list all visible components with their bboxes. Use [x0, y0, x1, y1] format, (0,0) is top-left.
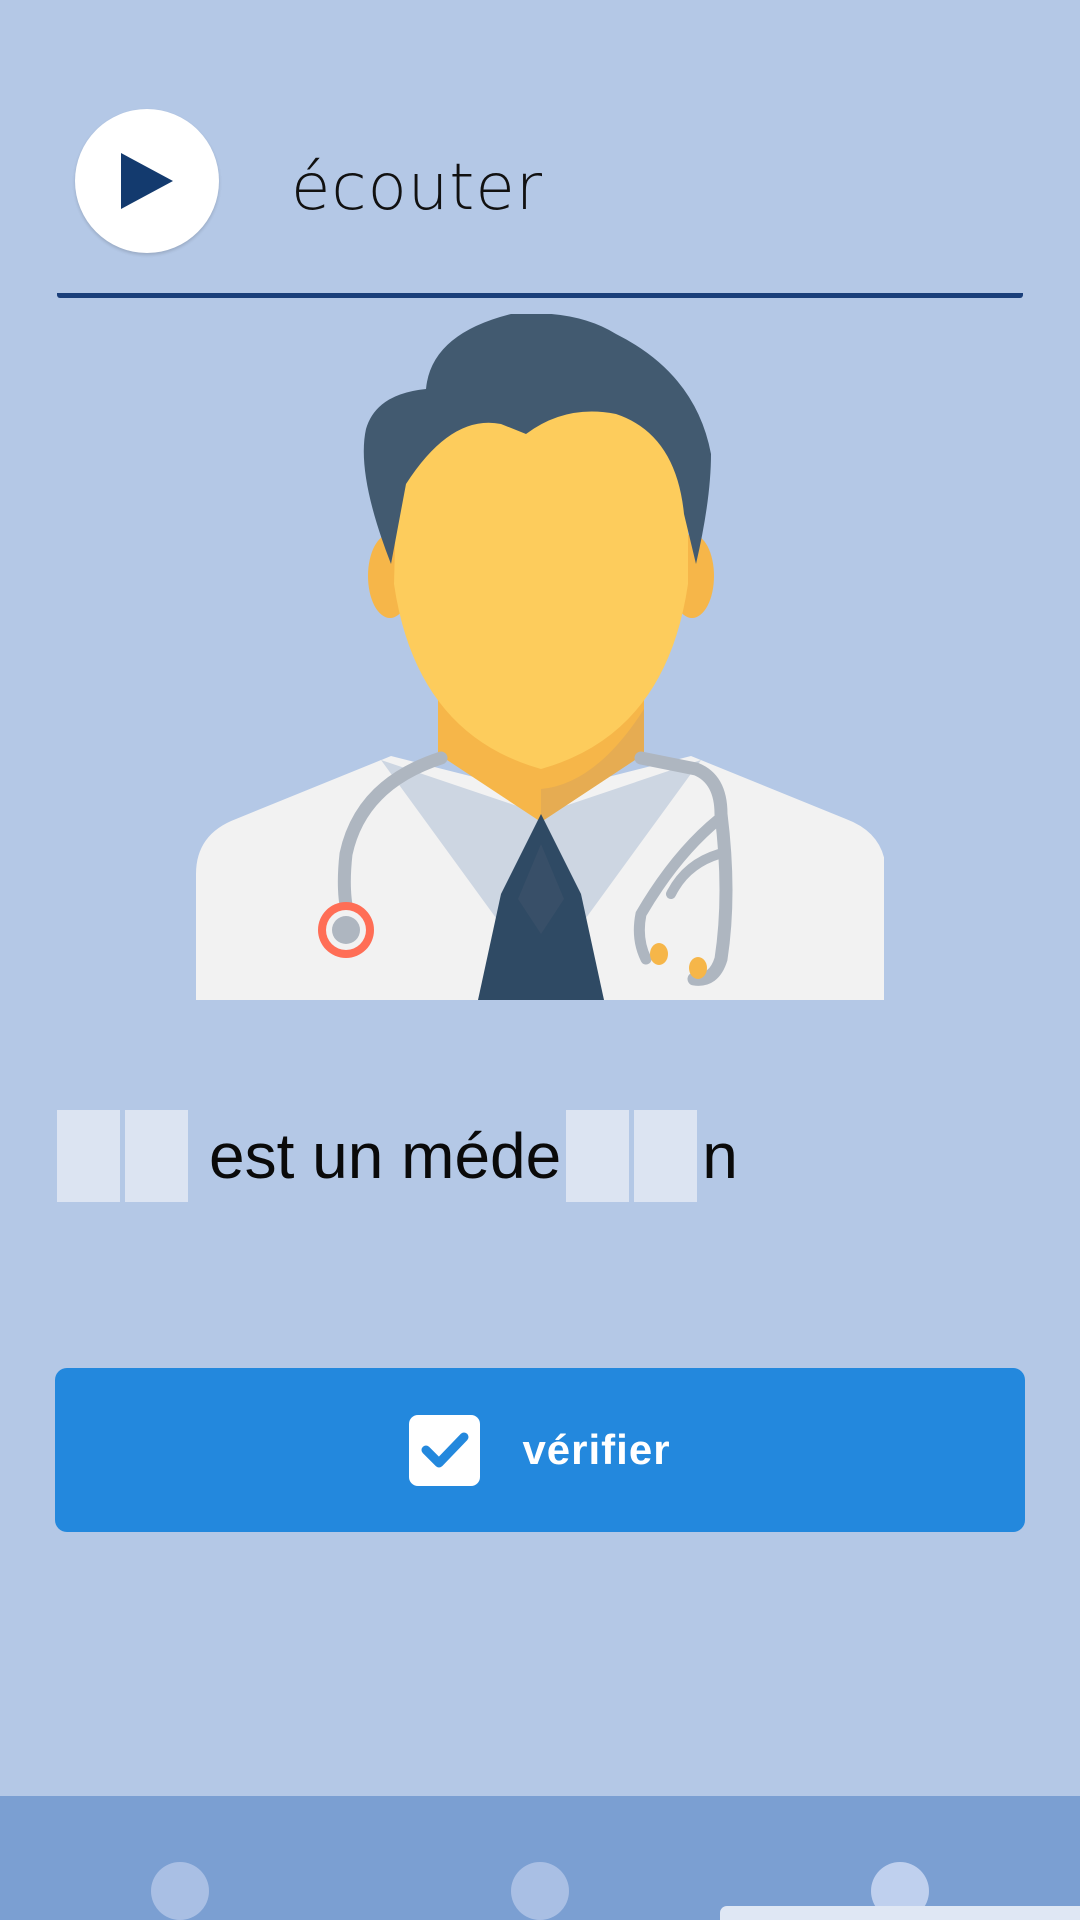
blank-slot[interactable]: [634, 1110, 698, 1202]
blank-slot[interactable]: [566, 1110, 630, 1202]
checkbox-check-icon: [409, 1414, 481, 1486]
bottom-nav: [0, 1796, 1080, 1920]
nav-dot-2[interactable]: [511, 1862, 569, 1920]
nav-dot-1[interactable]: [151, 1862, 209, 1920]
doctor-icon: [196, 314, 884, 1000]
play-button[interactable]: [75, 109, 219, 253]
sentence-text-middle: est un méde: [209, 1120, 562, 1192]
verify-label: vérifier: [522, 1426, 671, 1473]
listen-label: écouter: [291, 151, 544, 225]
blank-slot[interactable]: [125, 1110, 188, 1202]
blank-slot[interactable]: [57, 1110, 120, 1202]
sentence: est un méde n: [57, 1110, 738, 1202]
sentence-text-end: n: [702, 1120, 738, 1192]
verify-button[interactable]: vérifier: [55, 1368, 1025, 1532]
play-icon: [121, 153, 173, 209]
listen-bar: écouter: [57, 0, 1023, 298]
home-indicator: [720, 1906, 1080, 1920]
